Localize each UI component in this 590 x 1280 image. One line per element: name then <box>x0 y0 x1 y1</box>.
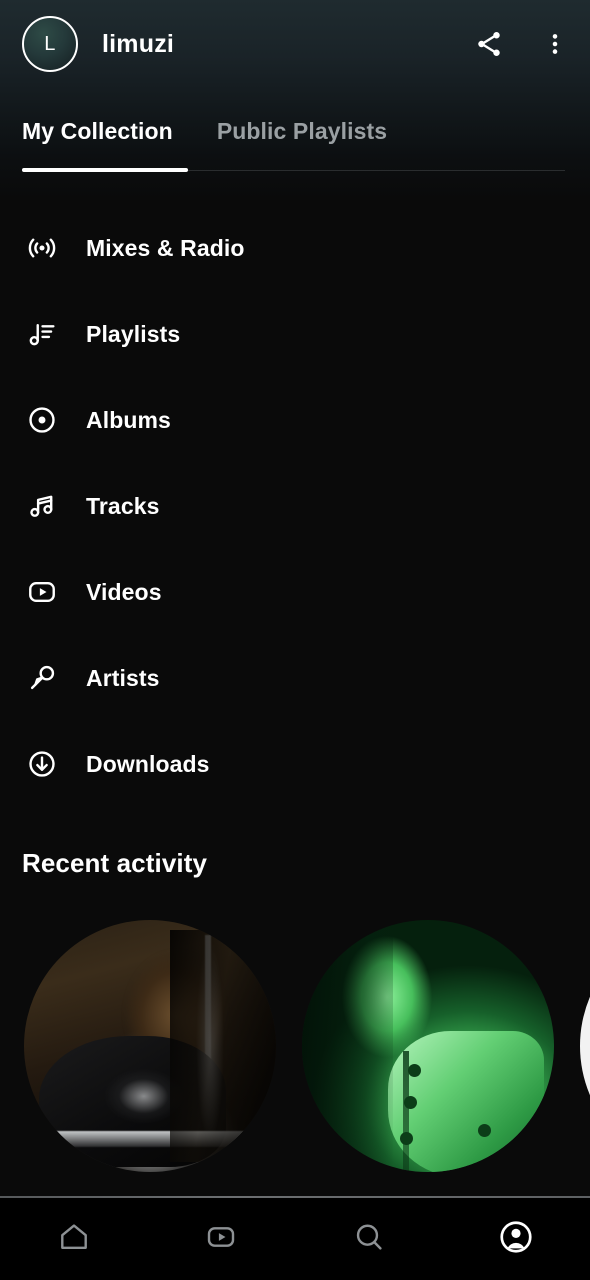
menu-item-label: Albums <box>86 406 171 433</box>
tab-my-collection[interactable]: My Collection <box>22 118 173 161</box>
recent-activity-card[interactable] <box>580 920 590 1172</box>
artwork-detail <box>400 1131 414 1145</box>
nav-item-profile[interactable] <box>443 1198 590 1280</box>
menu-item-label: Videos <box>86 578 162 605</box>
recent-activity-heading: Recent activity <box>22 848 208 878</box>
menu-item-artists[interactable]: Artists <box>0 635 590 721</box>
recent-activity-carousel[interactable] <box>0 920 590 1196</box>
artwork-detail <box>39 1035 226 1167</box>
artwork-detail <box>407 1063 421 1077</box>
avatar-initial: L <box>44 33 56 55</box>
avatar[interactable]: L <box>22 16 78 72</box>
menu-item-label: Artists <box>86 664 160 691</box>
album-disc-icon <box>22 400 62 440</box>
music-note-icon <box>22 486 62 526</box>
tab-active-indicator <box>22 168 188 172</box>
video-play-icon <box>203 1219 239 1260</box>
header-bar: L limuzi <box>0 0 590 88</box>
menu-item-downloads[interactable]: Downloads <box>0 721 590 807</box>
menu-item-tracks[interactable]: Tracks <box>0 463 590 549</box>
more-options-icon[interactable] <box>542 29 568 59</box>
home-icon <box>56 1219 92 1260</box>
artwork-circle <box>580 920 590 1172</box>
download-arrow-icon <box>22 744 62 784</box>
page-title: limuzi <box>102 29 175 58</box>
share-icon[interactable] <box>474 29 504 59</box>
tab-bar: My Collection Public Playlists <box>0 118 590 161</box>
artwork-circle <box>302 920 554 1172</box>
header-actions <box>474 29 568 59</box>
broadcast-icon <box>22 228 62 268</box>
recent-activity-card[interactable] <box>302 920 554 1172</box>
menu-item-label: Mixes & Radio <box>86 234 245 261</box>
artwork-detail <box>39 1130 256 1147</box>
nav-item-home[interactable] <box>0 1198 148 1280</box>
menu-item-videos[interactable]: Videos <box>0 549 590 635</box>
recent-activity-card[interactable] <box>24 920 276 1172</box>
nav-item-search[interactable] <box>295 1198 443 1280</box>
app-root: L limuzi My Collection Public Playlists … <box>0 0 590 1280</box>
bottom-navigation <box>0 1198 590 1280</box>
menu-item-label: Tracks <box>86 492 160 519</box>
collection-menu: Mixes & Radio Playlists Albums Tracks Vi… <box>0 205 590 807</box>
nav-item-videos[interactable] <box>148 1198 296 1280</box>
video-play-icon <box>22 572 62 612</box>
artwork-detail <box>205 935 212 1142</box>
menu-item-label: Downloads <box>86 750 210 777</box>
microphone-icon <box>22 658 62 698</box>
menu-item-playlists[interactable]: Playlists <box>0 291 590 377</box>
playlist-note-icon <box>22 314 62 354</box>
tab-public-playlists[interactable]: Public Playlists <box>217 118 387 161</box>
artwork-circle <box>24 920 276 1172</box>
profile-icon <box>497 1218 535 1261</box>
menu-item-mixes-radio[interactable]: Mixes & Radio <box>0 205 590 291</box>
menu-item-label: Playlists <box>86 320 181 347</box>
menu-item-albums[interactable]: Albums <box>0 377 590 463</box>
search-icon <box>351 1219 387 1260</box>
